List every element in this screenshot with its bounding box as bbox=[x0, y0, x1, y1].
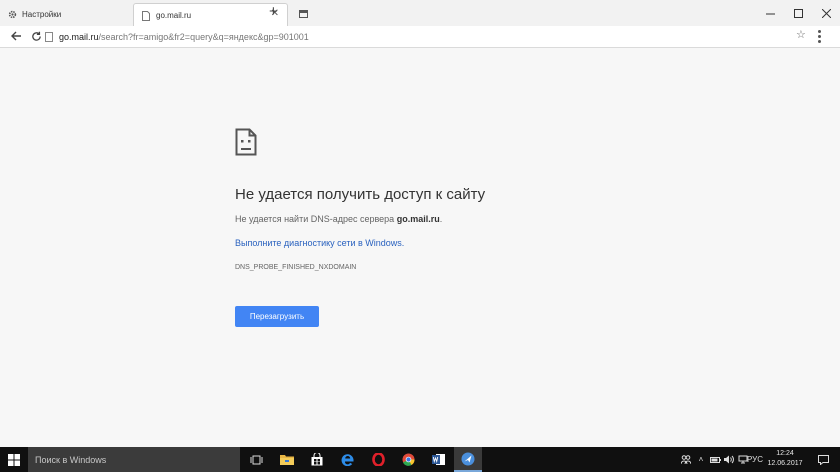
windows-start-button[interactable] bbox=[0, 447, 28, 472]
address-bar[interactable]: go.mail.ru/search?fr=amigo&fr2=query&q=я… bbox=[45, 27, 815, 46]
store-icon[interactable] bbox=[303, 447, 331, 472]
error-host: go.mail.ru bbox=[396, 214, 440, 224]
error-title: Не удается получить доступ к сайту bbox=[235, 186, 486, 203]
tab-go-mail-ru[interactable]: go.mail.ru ✕ bbox=[133, 3, 288, 26]
close-window-button[interactable] bbox=[812, 0, 840, 26]
action-center-icon[interactable] bbox=[812, 447, 834, 472]
taskbar-search-input[interactable]: Поиск в Windows bbox=[28, 447, 240, 472]
reload-icon[interactable] bbox=[27, 27, 45, 45]
url-host: go.mail.ru bbox=[59, 31, 99, 42]
file-explorer-icon[interactable] bbox=[273, 447, 301, 472]
tab-strip: Настройки go.mail.ru ✕ + bbox=[0, 0, 840, 26]
input-language-indicator[interactable]: РУС bbox=[746, 447, 764, 472]
system-clock[interactable]: 12:24 12.06.2017 bbox=[763, 449, 807, 469]
menu-icon[interactable] bbox=[818, 30, 822, 43]
people-icon[interactable] bbox=[678, 447, 694, 472]
minimize-button[interactable] bbox=[756, 0, 784, 26]
volume-icon[interactable] bbox=[722, 447, 736, 472]
reload-button[interactable]: Перезагрузить bbox=[235, 306, 319, 327]
page-info-icon[interactable] bbox=[45, 31, 53, 42]
error-description-end: . bbox=[439, 214, 443, 224]
search-placeholder: Поиск в Windows bbox=[35, 454, 107, 465]
clock-time: 12:24 bbox=[776, 450, 794, 457]
tab-overview-icon[interactable] bbox=[299, 10, 308, 18]
maximize-button[interactable] bbox=[784, 0, 812, 26]
browser-toolbar: go.mail.ru/search?fr=amigo&fr2=query&q=я… bbox=[0, 26, 840, 48]
clock-date: 12.06.2017 bbox=[767, 460, 803, 467]
tab-title: go.mail.ru bbox=[156, 10, 192, 20]
edge-icon[interactable] bbox=[333, 447, 361, 472]
tab-settings[interactable]: Настройки bbox=[0, 3, 130, 26]
task-view-icon[interactable] bbox=[242, 447, 270, 472]
back-button[interactable] bbox=[7, 27, 25, 45]
battery-icon[interactable] bbox=[708, 447, 722, 472]
error-description-text: Не удается найти DNS-адрес сервера bbox=[235, 214, 397, 224]
bookmark-star-icon[interactable]: ☆ bbox=[796, 28, 806, 41]
gear-icon bbox=[8, 10, 17, 19]
network-diagnostics-link[interactable]: Выполните диагностику сети в Windows. bbox=[235, 238, 404, 248]
tab-title: Настройки bbox=[22, 10, 62, 19]
new-tab-button[interactable]: + bbox=[269, 3, 278, 21]
amigo-icon[interactable] bbox=[454, 447, 482, 472]
windows-taskbar: Поиск в Windows ˄ РУС 12:24 12.06.2017 bbox=[0, 447, 840, 472]
word-icon[interactable] bbox=[424, 447, 452, 472]
opera-icon[interactable] bbox=[364, 447, 392, 472]
chrome-icon[interactable] bbox=[394, 447, 422, 472]
error-code: DNS_PROBE_FINISHED_NXDOMAIN bbox=[235, 264, 357, 271]
error-description: Не удается найти DNS-адрес сервера go.ma… bbox=[235, 214, 442, 224]
error-page: Не удается получить доступ к сайту Не уд… bbox=[0, 49, 840, 447]
page-icon bbox=[142, 10, 151, 21]
windows-logo-icon bbox=[8, 453, 20, 466]
sad-page-icon bbox=[235, 128, 257, 156]
show-hidden-icons-icon[interactable]: ˄ bbox=[694, 447, 708, 472]
url-path: /search?fr=amigo&fr2=query&q=яндекс&gp=9… bbox=[98, 31, 309, 42]
